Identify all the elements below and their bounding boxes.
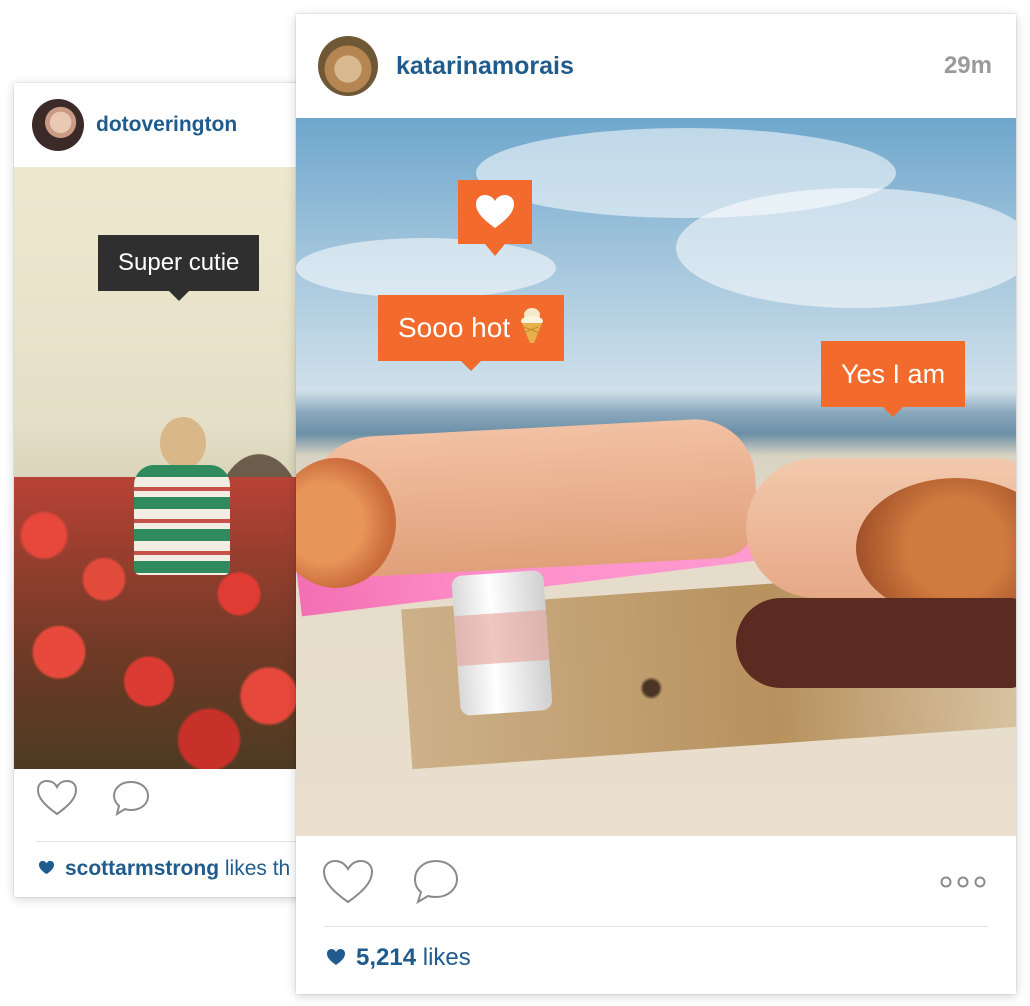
soda-can-photo-detail (451, 569, 553, 717)
like-button[interactable] (320, 856, 376, 908)
photo-tag[interactable]: Yes I am (821, 341, 966, 417)
heart-icon (322, 859, 374, 904)
avatar[interactable] (318, 36, 378, 96)
photo-tag[interactable]: Super cutie (98, 235, 260, 301)
heart-icon (476, 195, 514, 228)
timestamp: 29m (943, 52, 992, 79)
heart-small-icon (326, 945, 346, 973)
like-button[interactable] (34, 775, 80, 821)
more-button[interactable] (936, 872, 990, 892)
comment-button[interactable] (108, 775, 154, 821)
likes-text: likes th (224, 857, 291, 880)
likes-count[interactable]: 5,214 (356, 944, 416, 971)
cloth-photo-detail (736, 598, 1016, 688)
post-card-katarinamorais: katarinamorais 29m Sooo hot Yes I am 5,2… (296, 14, 1016, 994)
cloud (676, 188, 1016, 308)
photo-tag-label: Super cutie (118, 249, 240, 276)
username[interactable]: dotoverington (96, 113, 237, 137)
post-header: dotoverington (14, 83, 314, 167)
ice-cream-icon (520, 306, 544, 351)
comment-icon (112, 780, 150, 817)
likes-line: 5,214 likes (326, 944, 471, 973)
post-photo[interactable]: Sooo hot Yes I am (296, 118, 1016, 836)
post-actions (14, 769, 314, 827)
username[interactable]: katarinamorais (396, 52, 574, 81)
likes-line: scottarmstrong likes th (38, 857, 290, 881)
heart-tag[interactable] (458, 180, 532, 256)
divider (36, 841, 314, 842)
post-actions (296, 836, 1016, 944)
post-header: katarinamorais 29m (296, 14, 1016, 118)
cloud (296, 238, 556, 298)
comment-icon (413, 859, 459, 905)
divider (324, 926, 988, 927)
comment-button[interactable] (410, 856, 462, 908)
child-photo-detail (126, 417, 230, 617)
post-photo[interactable]: Super cutie (14, 167, 314, 769)
avatar[interactable] (32, 99, 84, 151)
post-card-dotoverington: dotoverington Super cutie scottarmstrong (14, 83, 314, 897)
likes-label: likes (422, 944, 471, 971)
heart-small-icon (38, 857, 55, 881)
heart-icon (36, 779, 78, 816)
more-icon (940, 876, 986, 888)
photo-tag-label: Sooo hot (398, 312, 511, 343)
photo-tag-label: Yes I am (841, 358, 946, 389)
photo-tag[interactable]: Sooo hot (378, 295, 565, 371)
liked-by-username[interactable]: scottarmstrong (65, 857, 219, 880)
